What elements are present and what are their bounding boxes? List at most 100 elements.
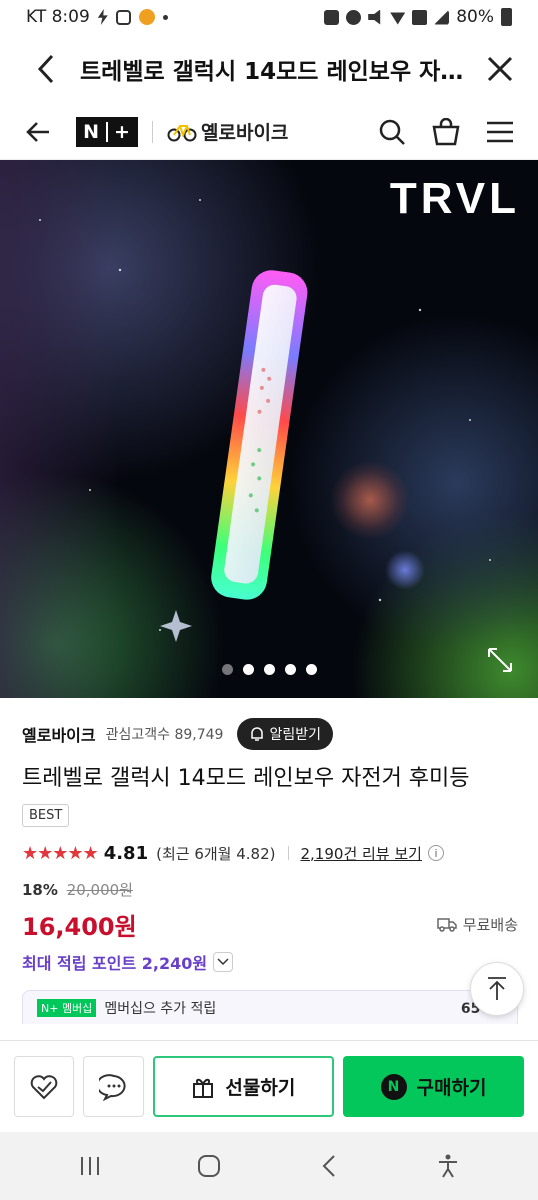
recent-apps-icon <box>80 1157 99 1175</box>
best-badge: BEST <box>22 804 70 827</box>
system-navigation-bar <box>0 1132 538 1200</box>
accessibility-button[interactable] <box>428 1146 468 1186</box>
nplus-divider <box>105 121 108 142</box>
bell-plus-icon <box>251 727 264 741</box>
membership-tag: N+ 멤버십 <box>37 998 97 1017</box>
accessibility-icon <box>439 1154 458 1178</box>
flash-icon <box>97 9 108 25</box>
carousel-indicator[interactable] <box>0 664 538 675</box>
recent-rating: (최근 6개월 4.82) <box>156 844 276 863</box>
expand-icon <box>488 648 512 672</box>
sale-price: 16,400원 <box>22 912 137 941</box>
bicycle-icon <box>167 124 197 141</box>
close-button[interactable] <box>484 53 516 85</box>
sale-price-row: 16,400원 무료배송 <box>22 906 518 942</box>
wifi-icon <box>390 12 406 25</box>
wishlist-button[interactable] <box>14 1056 75 1117</box>
chat-button[interactable] <box>83 1056 144 1117</box>
back-chevron-icon <box>322 1155 335 1177</box>
star-rating: ★★★★★ <box>22 842 99 864</box>
alarm-subscribe-button[interactable]: 알림받기 <box>237 718 333 750</box>
home-icon <box>198 1155 221 1177</box>
heart-check-icon <box>30 1074 58 1099</box>
chevron-left-icon <box>37 54 54 84</box>
mute-icon <box>368 9 381 25</box>
membership-points-banner[interactable]: N+ 멤버십 멤버십으 추가 적립 656원 <box>22 990 518 1024</box>
home-button[interactable] <box>189 1146 229 1186</box>
buy-button[interactable]: N 구매하기 <box>342 1056 525 1117</box>
nplus-n: N <box>83 120 100 143</box>
carousel-dot-2[interactable] <box>242 664 254 675</box>
interest-count: 관심고객수 89,749 <box>105 727 224 743</box>
carousel-dot-5[interactable] <box>305 664 317 675</box>
search-icon <box>379 119 405 145</box>
rating-row: ★★★★★ 4.81 (최근 6개월 4.82) 2,190건 리뷰 보기 i <box>22 841 518 865</box>
points-expand-button[interactable] <box>213 952 234 972</box>
chat-bubble-icon <box>98 1073 126 1101</box>
gift-button[interactable]: 선물하기 <box>152 1056 334 1117</box>
store-brand-logo[interactable]: 옐로바이크 <box>167 118 288 145</box>
discount-rate: 18% <box>22 881 58 899</box>
instagram-icon <box>115 9 131 25</box>
app-notification-icon <box>138 9 155 25</box>
product-image-carousel[interactable]: TRVL <box>0 160 538 698</box>
naver-plus-logo[interactable]: N + <box>76 116 138 147</box>
scroll-to-top-button[interactable] <box>470 962 524 1016</box>
cart-button[interactable] <box>430 116 462 148</box>
gift-icon <box>193 1078 214 1098</box>
carrier-time: KT 8:09 <box>26 7 90 27</box>
max-points-row[interactable]: 최대 적립 포인트 2,240원 <box>22 948 518 976</box>
store-back-button[interactable] <box>22 116 54 148</box>
naverpay-icon: N <box>380 1073 407 1100</box>
max-points: 최대 적립 포인트 2,240원 <box>22 954 208 973</box>
alarm-label: 알림받기 <box>269 727 321 743</box>
arrow-up-icon <box>488 977 506 1000</box>
expand-image-button[interactable] <box>486 646 514 674</box>
store-brand-name: 옐로바이크 <box>201 122 289 144</box>
product-info: 옐로바이크 관심고객수 89,749 알림받기 트레벨로 갤럭시 14모드 레인… <box>22 698 518 1024</box>
trvl-watermark: TRVL <box>389 174 520 223</box>
page-title: 트레벨로 갤럭시 14모드 레인보우 자... <box>80 59 466 85</box>
more-notifications-icon <box>162 14 168 20</box>
buy-label: 구매하기 <box>416 1077 487 1099</box>
search-button[interactable] <box>376 116 408 148</box>
store-header: N + 옐로바이크 <box>0 104 538 160</box>
shopping-bag-icon <box>432 117 460 145</box>
info-icon[interactable]: i <box>427 845 444 861</box>
purchase-action-bar: 선물하기 N 구매하기 <box>0 1040 538 1132</box>
hd-icon <box>412 9 428 25</box>
system-back-button[interactable] <box>309 1146 349 1186</box>
carousel-dot-4[interactable] <box>284 664 296 675</box>
browser-titlebar: 트레벨로 갤럭시 14모드 레인보우 자... <box>0 34 538 104</box>
nplus-plus: + <box>113 120 131 143</box>
signal-icon <box>434 9 450 25</box>
arrow-left-icon <box>26 121 49 142</box>
header-divider <box>152 120 153 143</box>
rating-divider <box>287 846 289 860</box>
brand-name[interactable]: 옐로바이크 <box>22 722 96 746</box>
alarm-icon <box>346 9 362 25</box>
battery-percent: 80% <box>456 7 494 27</box>
price-box: 18% 20,000원 16,400원 무료배송 최대 적립 포인트 2,240… <box>22 879 518 1024</box>
back-button[interactable] <box>30 53 62 85</box>
discount-row: 18% 20,000원 <box>22 879 518 900</box>
hamburger-menu-icon <box>487 121 513 142</box>
battery-icon <box>501 8 512 26</box>
reviews-link[interactable]: 2,190건 리뷰 보기 <box>301 843 422 864</box>
carousel-dot-1[interactable] <box>221 664 233 675</box>
brand-row: 옐로바이크 관심고객수 89,749 알림받기 <box>22 718 518 750</box>
close-icon <box>487 56 513 82</box>
shipping-label: 무료배송 <box>462 915 518 934</box>
carousel-dot-3[interactable] <box>263 664 275 675</box>
shipping-info: 무료배송 <box>437 914 518 935</box>
rating-score: 4.81 <box>103 842 149 864</box>
gift-label: 선물하기 <box>225 1077 296 1099</box>
membership-text: 멤버십으 추가 적립 <box>104 1000 217 1017</box>
recent-apps-button[interactable] <box>70 1146 110 1186</box>
product-name: 트레벨로 갤럭시 14모드 레인보우 자전거 후미등 <box>22 766 470 791</box>
menu-button[interactable] <box>484 116 516 148</box>
chevron-down-icon <box>217 958 229 966</box>
lock-icon <box>324 9 340 25</box>
original-price: 20,000원 <box>66 881 133 899</box>
tail-light-product-image <box>39 199 491 642</box>
